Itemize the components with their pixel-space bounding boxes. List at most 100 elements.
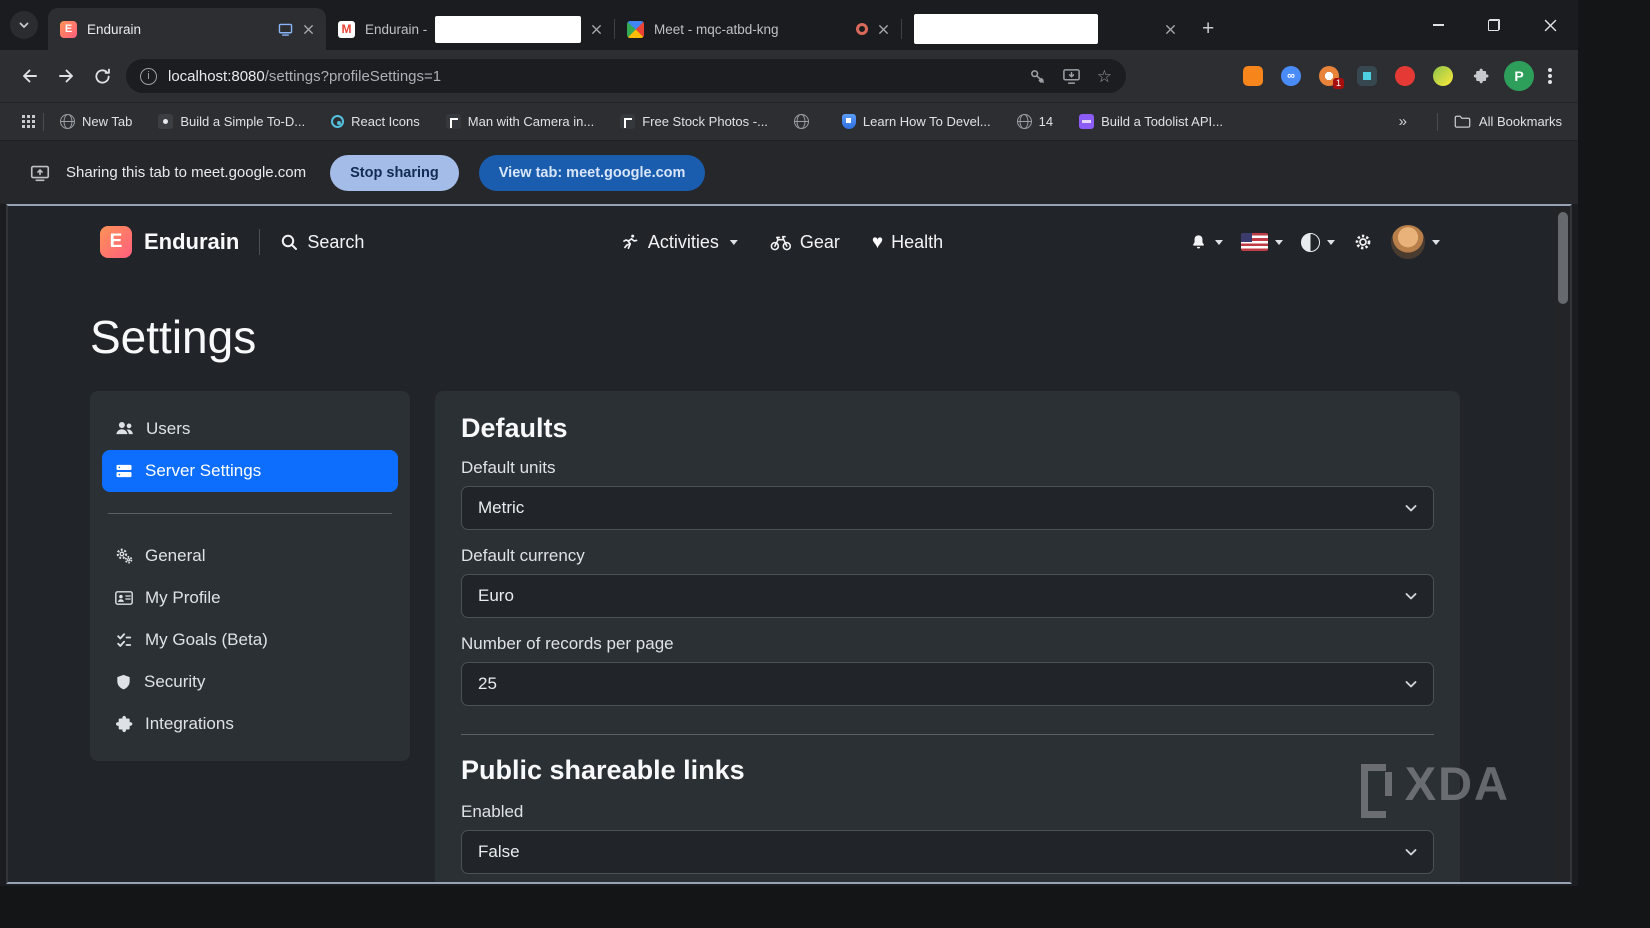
bookmark-label: New Tab	[82, 114, 132, 129]
bookmark-item[interactable]: Free Stock Photos -...	[620, 114, 768, 129]
double-check-icon	[114, 630, 134, 650]
extension-icon-dark[interactable]	[1352, 61, 1382, 91]
site-favicon	[158, 114, 173, 129]
tabs: E Endurain M Endurain -	[48, 0, 1228, 50]
bookmark-star-icon[interactable]: ☆	[1097, 68, 1112, 85]
tab-redacted[interactable]	[902, 8, 1188, 50]
brand-name[interactable]: Endurain	[144, 229, 239, 255]
records-per-page-select[interactable]: 25	[461, 662, 1434, 706]
select-value: False	[478, 842, 520, 862]
tab-endurain-gmail[interactable]: M Endurain -	[326, 8, 614, 50]
close-window-button[interactable]	[1522, 0, 1578, 50]
url-path: /settings?profileSettings=1	[265, 68, 441, 85]
default-units-select[interactable]: Metric	[461, 486, 1434, 530]
search-button[interactable]: Search	[280, 232, 364, 253]
nav-activities[interactable]: Activities	[621, 232, 738, 253]
bookmark-item[interactable]: React Icons	[331, 114, 420, 129]
site-info-icon[interactable]: i	[140, 68, 157, 85]
tab-sharing-icon	[278, 23, 293, 36]
settings-layout: Users Server Settings General	[90, 391, 1460, 882]
new-tab-button[interactable]: +	[1188, 8, 1228, 50]
stop-sharing-button[interactable]: Stop sharing	[330, 155, 459, 191]
extension-icon-green[interactable]	[1428, 61, 1458, 91]
theme-dropdown[interactable]	[1301, 233, 1335, 252]
chevron-down-icon	[1403, 676, 1419, 692]
scrollbar-thumb[interactable]	[1558, 212, 1568, 304]
minimize-button[interactable]	[1410, 0, 1466, 50]
reload-icon	[93, 67, 112, 86]
extensions-puzzle-icon[interactable]	[1466, 61, 1496, 91]
extension-icon-blue[interactable]: ∞	[1276, 61, 1306, 91]
runner-icon	[621, 233, 640, 252]
sidebar-item-integrations[interactable]: Integrations	[102, 703, 398, 745]
password-key-icon[interactable]	[1029, 68, 1046, 85]
extensions-area: ∞ 1	[1238, 61, 1496, 91]
page-scrollbar[interactable]	[1556, 206, 1570, 882]
tab-search-button[interactable]	[10, 11, 38, 39]
tab-endurain[interactable]: E Endurain	[48, 8, 326, 50]
endurain-favicon: E	[60, 21, 77, 38]
globe-icon	[1017, 114, 1032, 129]
nav-health[interactable]: ♥ Health	[872, 232, 943, 253]
forward-button[interactable]	[48, 58, 84, 94]
chevron-down-icon	[730, 240, 738, 245]
extension-icon-orange-badge[interactable]: 1	[1314, 61, 1344, 91]
address-bar[interactable]: i localhost:8080/settings?profileSetting…	[126, 59, 1126, 93]
divider	[259, 229, 260, 255]
extension-icon-red[interactable]	[1390, 61, 1420, 91]
endurain-logo[interactable]: E	[100, 226, 132, 258]
settings-gear-icon[interactable]	[1353, 232, 1373, 252]
install-app-icon[interactable]	[1062, 67, 1081, 85]
sidebar-item-general[interactable]: General	[102, 535, 398, 577]
browser-window: E Endurain M Endurain -	[0, 0, 1578, 886]
main-nav: Activities Gear ♥ Health	[621, 231, 943, 253]
navbar-actions	[1189, 225, 1440, 259]
sidebar-item-my-profile[interactable]: My Profile	[102, 577, 398, 619]
bookmark-item[interactable]	[794, 114, 816, 129]
section-divider	[461, 734, 1434, 735]
sidebar-item-my-goals[interactable]: My Goals (Beta)	[102, 619, 398, 661]
user-menu[interactable]	[1391, 225, 1440, 259]
language-dropdown[interactable]	[1241, 233, 1283, 251]
bookmark-item[interactable]: 14	[1017, 114, 1053, 129]
sidebar-item-server-settings[interactable]: Server Settings	[102, 450, 398, 492]
back-icon	[20, 66, 40, 86]
tab-meet[interactable]: Meet - mqc-atbd-kng	[615, 8, 901, 50]
close-tab-icon[interactable]	[1161, 20, 1180, 39]
sidebar-item-security[interactable]: Security	[102, 661, 398, 703]
chevron-down-icon	[1403, 500, 1419, 516]
sidebar-item-label: My Profile	[145, 588, 221, 608]
shield-icon	[114, 673, 133, 692]
close-tab-icon[interactable]	[874, 20, 893, 39]
minimize-icon	[1433, 24, 1444, 26]
nav-gear[interactable]: Gear	[770, 231, 840, 253]
profile-avatar[interactable]: P	[1504, 61, 1534, 91]
bookmark-item[interactable]: Build a Todolist API...	[1079, 114, 1223, 129]
chevron-down-icon	[1403, 588, 1419, 604]
notifications-dropdown[interactable]	[1189, 233, 1223, 252]
bookmark-item[interactable]: New Tab	[60, 114, 132, 129]
bookmarks-overflow-icon[interactable]: »	[1399, 113, 1407, 130]
nav-label: Activities	[648, 232, 719, 253]
reload-button[interactable]	[84, 58, 120, 94]
close-tab-icon[interactable]	[299, 20, 318, 39]
maximize-button[interactable]	[1466, 0, 1522, 50]
bookmark-item[interactable]: Learn How To Devel...	[842, 114, 991, 129]
apps-grid-icon[interactable]	[22, 115, 25, 118]
sidebar-item-users[interactable]: Users	[102, 407, 398, 450]
close-tab-icon[interactable]	[587, 20, 606, 39]
browser-menu-icon[interactable]	[1548, 74, 1552, 78]
us-flag-icon	[1241, 233, 1268, 251]
extension-icon-fox[interactable]	[1238, 61, 1268, 91]
default-currency-select[interactable]: Euro	[461, 574, 1434, 618]
bookmark-item[interactable]: Man with Camera in...	[446, 114, 594, 129]
bell-icon	[1189, 233, 1208, 252]
public-links-enabled-select[interactable]: False	[461, 830, 1434, 874]
all-bookmarks-button[interactable]: All Bookmarks	[1454, 114, 1562, 129]
view-tab-button[interactable]: View tab: meet.google.com	[479, 155, 706, 191]
globe-icon	[60, 114, 75, 129]
back-button[interactable]	[12, 58, 48, 94]
bookmark-item[interactable]: Build a Simple To-D...	[158, 114, 305, 129]
theme-half-circle-icon	[1301, 233, 1320, 252]
gmail-favicon: M	[338, 21, 355, 38]
